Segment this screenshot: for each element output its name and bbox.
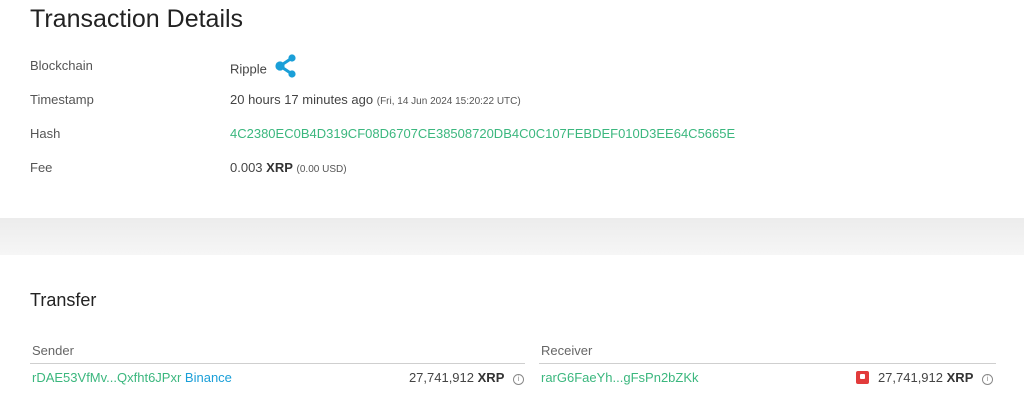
- sender-amount-currency: XRP: [477, 370, 505, 385]
- fee-label: Fee: [30, 160, 53, 175]
- transaction-details-card: Transaction Details Blockchain Ripple Ti…: [0, 0, 1024, 218]
- blockchain-label: Blockchain: [30, 58, 93, 73]
- sender-address-link[interactable]: rDAE53VfMv...Qxfht6JPxr: [32, 370, 181, 385]
- timestamp-value: 20 hours 17 minutes ago (Fri, 14 Jun 202…: [230, 92, 521, 110]
- fee-usd: (0.00 USD): [296, 164, 347, 175]
- timestamp-absolute: (Fri, 14 Jun 2024 15:20:22 UTC): [376, 96, 521, 107]
- fee-value: 0.003 XRP (0.00 USD): [230, 160, 347, 178]
- receiver-header: Receiver: [541, 343, 593, 358]
- info-icon[interactable]: i: [513, 374, 524, 385]
- hash-value: 4C2380EC0B4D319CF08D6707CE38508720DB4C0C…: [230, 126, 736, 141]
- warning-flag-icon[interactable]: [856, 371, 870, 384]
- receiver-amount: 27,741,912 XRP i: [856, 370, 993, 386]
- receiver-divider: [539, 363, 996, 364]
- ripple-logo-icon: [274, 54, 298, 82]
- receiver-amount-currency: XRP: [946, 370, 974, 385]
- transfer-title: Transfer: [30, 290, 97, 310]
- sender-amount: 27,741,912 XRP i: [409, 370, 524, 386]
- receiver-address-link[interactable]: rarG6FaeYh...gFsPn2bZKk: [541, 370, 699, 386]
- fee-currency: XRP: [266, 160, 293, 175]
- blockchain-value: Ripple: [230, 54, 298, 82]
- sender-address-row: rDAE53VfMv...Qxfht6JPxr Binance: [32, 370, 232, 386]
- info-icon[interactable]: i: [982, 374, 993, 385]
- sender-header: Sender: [32, 343, 74, 358]
- blockchain-name: Ripple: [230, 61, 267, 77]
- sender-exchange-tag[interactable]: Binance: [185, 370, 232, 385]
- fee-amount: 0.003: [230, 160, 263, 175]
- page-title: Transaction Details: [30, 5, 244, 33]
- receiver-amount-value: 27,741,912: [877, 370, 944, 385]
- sender-amount-value: 27,741,912: [408, 370, 475, 385]
- sender-divider: [30, 363, 525, 364]
- timestamp-label: Timestamp: [30, 92, 94, 107]
- section-divider: [0, 218, 1024, 255]
- timestamp-relative: 20 hours 17 minutes ago: [230, 92, 374, 107]
- hash-label: Hash: [30, 126, 61, 141]
